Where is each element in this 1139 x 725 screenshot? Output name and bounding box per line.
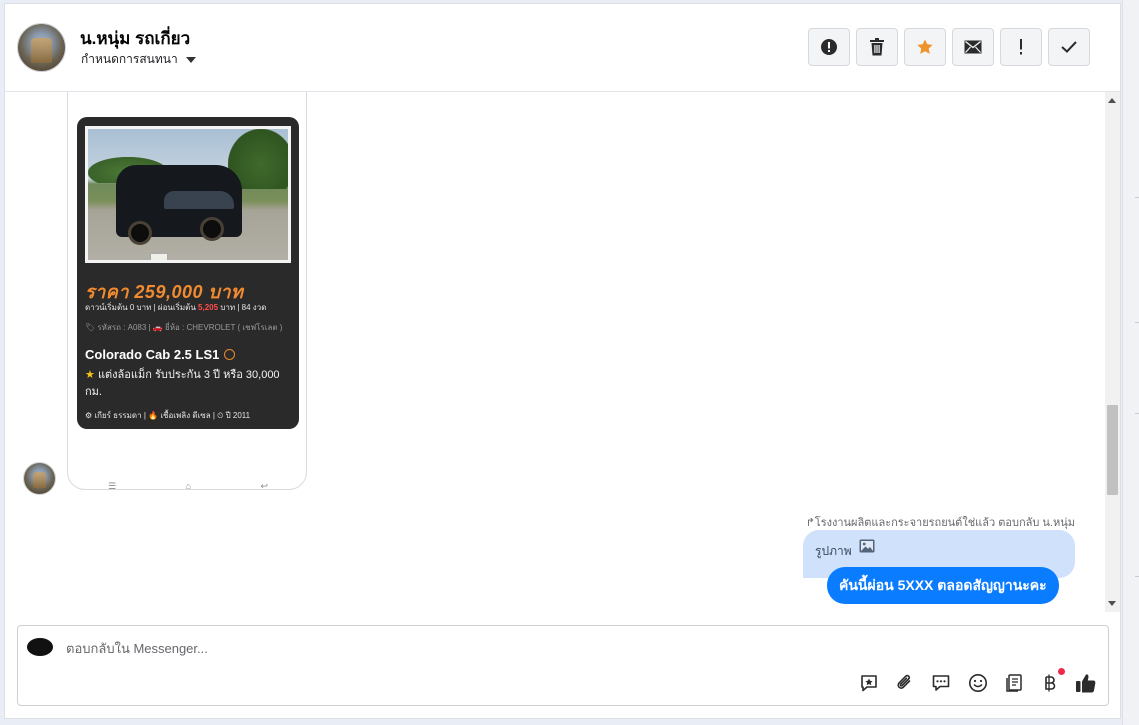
alert-circle-icon bbox=[821, 39, 837, 55]
conversation-status-label: กำหนดการสนทนา bbox=[81, 52, 178, 66]
contact-name[interactable]: น.หนุ่ม รถเกี่ยว bbox=[80, 25, 190, 52]
trash-icon bbox=[870, 38, 884, 56]
phone-nav-bar: ☰ ⌂ ↩ bbox=[108, 481, 268, 491]
conversation-panel: น.หนุ่ม รถเกี่ยว กำหนดการสนทนา ราคา 259,… bbox=[4, 3, 1121, 719]
paperclip-icon bbox=[897, 674, 911, 689]
star-button[interactable] bbox=[904, 28, 946, 66]
attach-button[interactable] bbox=[894, 672, 916, 694]
mark-unread-button[interactable] bbox=[952, 28, 994, 66]
ad-meta: 🏷 รหัสรถ : A083 | 🚗 ยี่ห้อ : CHEVROLET (… bbox=[85, 323, 283, 332]
sent-message[interactable]: คันนี้ผ่อน 5XXX ตลอดสัญญานะคะ bbox=[827, 567, 1059, 604]
ad-model: Colorado Cab 2.5 LS1 bbox=[85, 347, 236, 362]
back-icon: ↩ bbox=[260, 481, 268, 491]
spam-button[interactable] bbox=[808, 28, 850, 66]
car-photo bbox=[85, 126, 291, 263]
message-scrollbar[interactable] bbox=[1105, 92, 1120, 612]
reply-composer bbox=[17, 625, 1109, 706]
scroll-down-arrow-icon[interactable] bbox=[1108, 601, 1116, 606]
right-edge-strip bbox=[1122, 0, 1139, 725]
mark-done-button[interactable] bbox=[1048, 28, 1090, 66]
conversation-status-dropdown[interactable]: กำหนดการสนทนา bbox=[81, 50, 196, 69]
chevron-down-icon bbox=[185, 56, 196, 63]
menu-icon: ☰ bbox=[108, 481, 117, 491]
quick-replies-button[interactable] bbox=[930, 672, 952, 694]
star-icon bbox=[917, 39, 933, 54]
image-attachment[interactable]: ราคา 259,000 บาท ดาวน์เริ่มต้น 0 บาท | ผ… bbox=[67, 92, 307, 491]
notes-icon bbox=[1006, 674, 1022, 692]
notification-dot bbox=[1058, 668, 1065, 675]
ad-down-payment: ดาวน์เริ่มต้น 0 บาท | ผ่อนเริ่มต้น 5,205… bbox=[85, 303, 267, 312]
saved-reply-icon bbox=[861, 675, 877, 692]
message-thread: ราคา 259,000 บาท ดาวน์เริ่มต้น 0 บาท | ผ… bbox=[5, 92, 1105, 612]
like-button[interactable] bbox=[1075, 672, 1097, 694]
scroll-up-arrow-icon[interactable] bbox=[1108, 98, 1116, 103]
verified-check-icon bbox=[224, 349, 236, 360]
page-avatar bbox=[27, 638, 53, 656]
image-icon bbox=[859, 539, 875, 553]
thumbs-up-icon bbox=[1076, 674, 1096, 693]
delete-button[interactable] bbox=[856, 28, 898, 66]
chat-bubbles-icon bbox=[932, 675, 950, 691]
emoji-icon bbox=[969, 674, 987, 692]
contact-avatar[interactable] bbox=[17, 23, 66, 72]
reply-note: ↱โรงงานผลิตและกระจายรถยนต์ใช่แล้ว ตอบกลั… bbox=[805, 517, 1075, 529]
ad-description: ★ แต่งล้อแม็ก รับประกัน 3 ปี หรือ 30,000… bbox=[85, 369, 280, 398]
check-icon bbox=[1061, 41, 1077, 53]
reply-input[interactable] bbox=[66, 638, 766, 658]
saved-reply-button[interactable] bbox=[858, 672, 880, 694]
home-icon: ⌂ bbox=[185, 481, 191, 491]
star-icon: ★ bbox=[85, 369, 95, 381]
scroll-thumb[interactable] bbox=[1107, 405, 1118, 495]
emoji-button[interactable] bbox=[967, 672, 989, 694]
payment-button[interactable] bbox=[1039, 668, 1065, 694]
envelope-icon bbox=[964, 40, 982, 54]
notes-button[interactable] bbox=[1003, 672, 1025, 694]
quoted-text: รูปภาพ bbox=[815, 544, 852, 558]
car-ad-card: ราคา 259,000 บาท ดาวน์เริ่มต้น 0 บาท | ผ… bbox=[77, 117, 299, 429]
conversation-header: น.หนุ่ม รถเกี่ยว กำหนดการสนทนา bbox=[5, 4, 1120, 92]
exclamation-icon bbox=[1020, 39, 1022, 55]
baht-icon bbox=[1045, 674, 1056, 692]
sender-avatar[interactable] bbox=[23, 462, 56, 495]
ad-specs: ⚙ เกียร์ ธรรมดา | 🔥 เชื้อเพลิง ดีเซล | ⏲… bbox=[85, 411, 251, 420]
follow-up-button[interactable] bbox=[1000, 28, 1042, 66]
